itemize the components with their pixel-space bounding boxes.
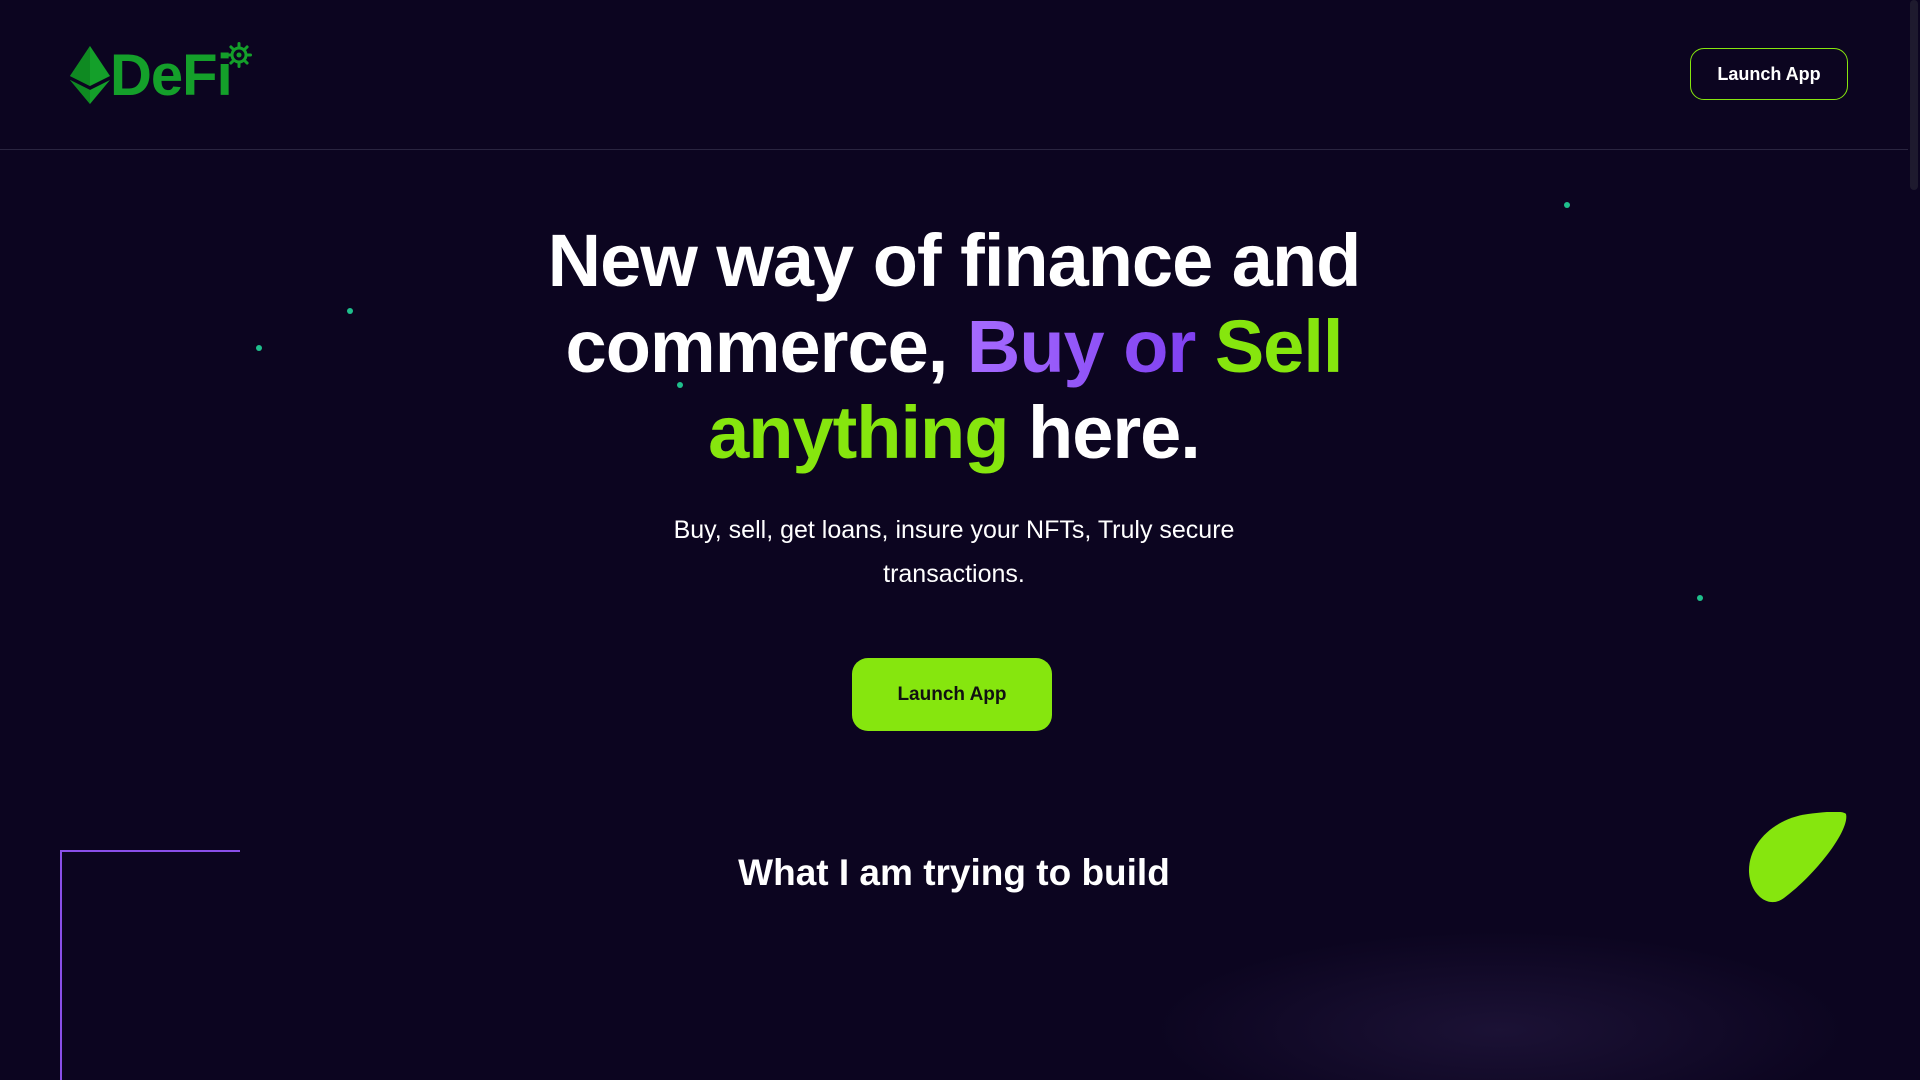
hero-title-highlight-purple: Buy or: [966, 305, 1215, 388]
hero-subtitle: Buy, sell, get loans, insure your NFTs, …: [673, 516, 1235, 588]
hero-title: New way of finance and commerce, Buy or …: [430, 218, 1478, 476]
background-glow: [1150, 930, 1850, 1080]
gear-icon: [226, 42, 252, 68]
landing-page: DeFi Launch App New way of finance and c…: [0, 0, 1920, 1080]
green-leaf-shape: [1748, 812, 1847, 903]
ethereum-diamond-icon: [70, 46, 110, 104]
logo[interactable]: DeFi: [68, 42, 258, 108]
header-launch-app-button[interactable]: Launch App: [1690, 48, 1848, 100]
decorative-dot: [1697, 595, 1703, 601]
decorative-dot: [347, 308, 353, 314]
section-title: What I am trying to build: [738, 852, 1170, 893]
site-header: DeFi Launch App: [0, 0, 1908, 150]
scrollbar[interactable]: [1908, 0, 1920, 1080]
decorative-dot: [1564, 202, 1570, 208]
hero-title-part2: here.: [1008, 391, 1201, 474]
scrollbar-thumb[interactable]: [1910, 0, 1918, 190]
logo-text: DeFi: [110, 43, 233, 108]
decorative-frame: [60, 850, 240, 1080]
decorative-dot: [256, 345, 262, 351]
hero-launch-app-button[interactable]: Launch App: [852, 658, 1052, 731]
